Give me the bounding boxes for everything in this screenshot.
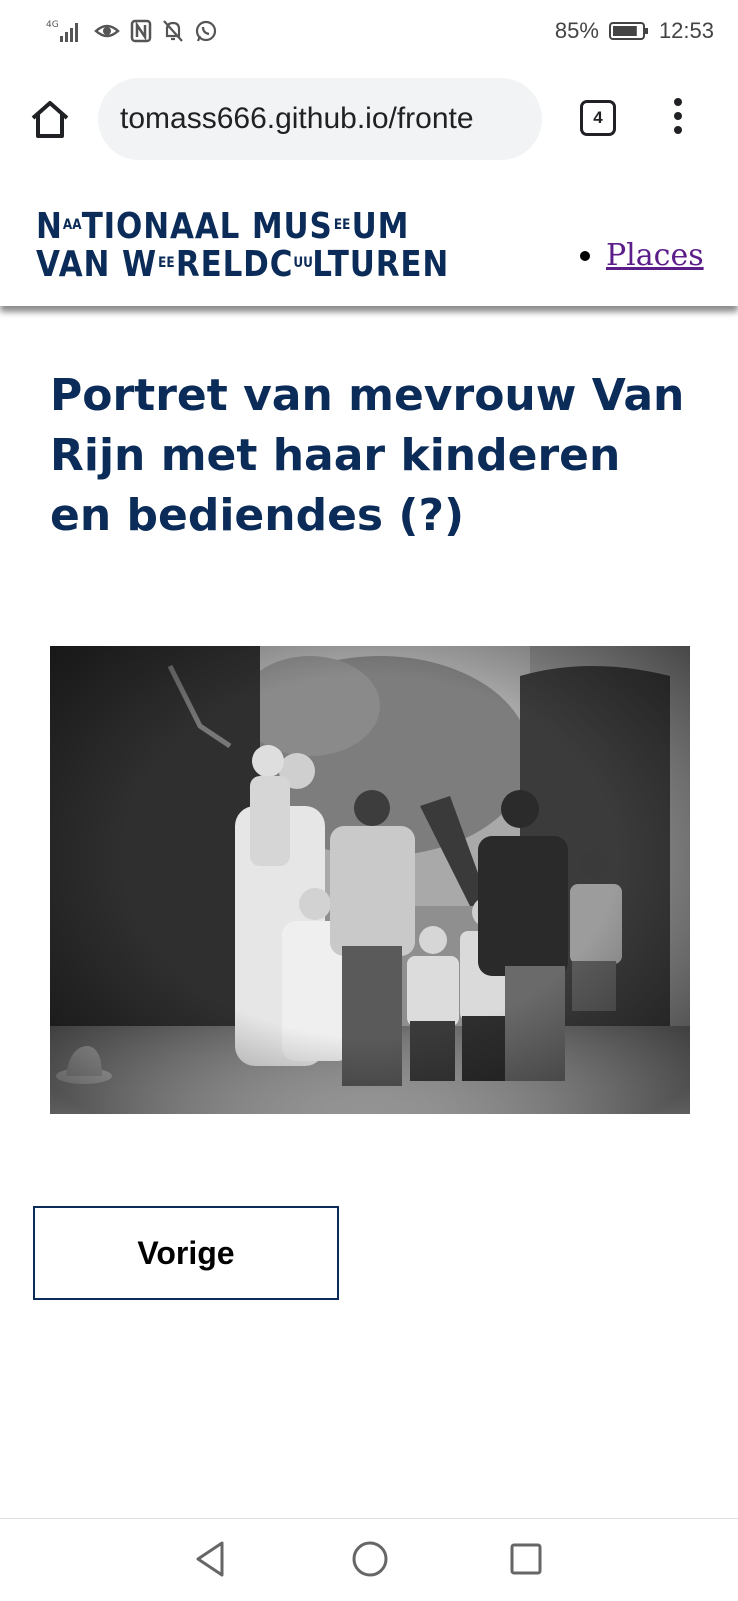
- logo-line-2: VAN WEERELDCUULTUREN: [36, 244, 450, 285]
- page-title: Portret van mevrouw Van Rijn met haar ki…: [50, 370, 685, 541]
- battery-percent: 85%: [554, 18, 599, 43]
- museum-logo[interactable]: NAATIONAAL MUSEEUM VAN WEERELDCUULTUREN: [36, 208, 516, 284]
- home-icon[interactable]: [28, 98, 72, 142]
- site-nav: Places: [580, 238, 704, 273]
- artwork-photo: [50, 646, 690, 1114]
- svg-text:4G: 4G: [46, 20, 59, 30]
- site-header: NAATIONAAL MUSEEUM VAN WEERELDCUULTUREN …: [0, 178, 738, 306]
- previous-button[interactable]: Vorige: [33, 1206, 339, 1300]
- whatsapp-icon: [194, 19, 218, 43]
- system-nav-bar: [0, 1518, 738, 1601]
- url-text: tomass666.github.io/fronte: [120, 102, 474, 135]
- clock: 12:53: [658, 18, 714, 43]
- nav-link-places[interactable]: Places: [606, 238, 704, 273]
- back-icon[interactable]: [192, 1539, 228, 1584]
- more-menu-icon[interactable]: [666, 98, 690, 142]
- eye-icon: [94, 20, 120, 42]
- bullet-icon: [580, 250, 590, 261]
- signal-icon: 4G: [46, 18, 84, 44]
- battery-icon: [608, 21, 649, 41]
- mute-bell-icon: [162, 19, 184, 43]
- recents-icon[interactable]: [508, 1539, 544, 1584]
- address-bar[interactable]: tomass666.github.io/fronte: [98, 78, 542, 160]
- nfc-icon: [130, 19, 152, 43]
- tab-count: 4: [593, 108, 603, 127]
- status-bar: 4G 85% 12:53: [0, 0, 738, 64]
- logo-line-1: NAATIONAAL MUSEEUM: [36, 206, 410, 247]
- tab-switcher-button[interactable]: 4: [580, 100, 616, 136]
- home-circle-icon[interactable]: [350, 1539, 390, 1584]
- browser-toolbar: tomass666.github.io/fronte 4: [0, 64, 738, 176]
